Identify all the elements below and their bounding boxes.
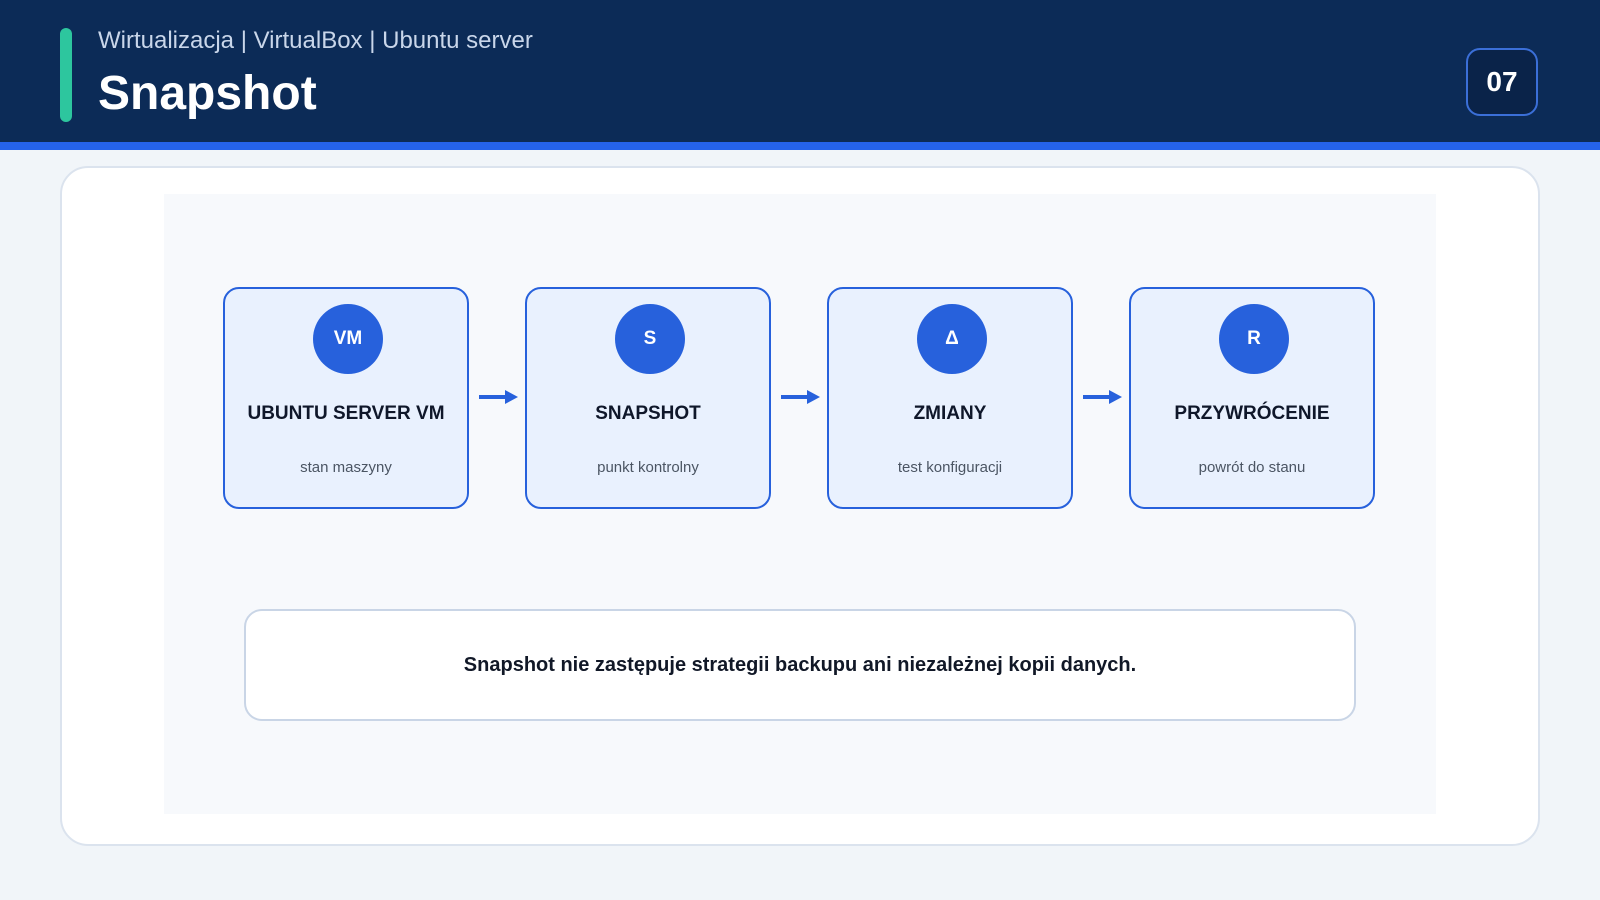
page-number-badge: 07 [1466,48,1538,116]
header-rule [0,142,1600,150]
step-changes: Δ ZMIANY test konfiguracji [827,287,1073,509]
step-restore: R PRZYWRÓCENIE powrót do stanu [1129,287,1375,509]
step-badge-changes: Δ [917,304,987,374]
step-badge-restore: R [1219,304,1289,374]
arrow-right-icon [1083,390,1122,404]
breadcrumb: Wirtualizacja | VirtualBox | Ubuntu serv… [98,27,533,54]
step-title: SNAPSHOT [595,403,701,424]
arrow-right-icon [479,390,518,404]
step-description: punkt kontrolny [597,459,699,476]
step-description: stan maszyny [300,459,392,476]
note-box: Snapshot nie zastępuje strategii backupu… [244,609,1356,721]
step-badge-vm: VM [313,304,383,374]
step-badge-snapshot: S [615,304,685,374]
step-title: UBUNTU SERVER VM [247,403,445,424]
step-title: PRZYWRÓCENIE [1174,403,1330,424]
step-title: ZMIANY [913,403,987,424]
step-description: powrót do stanu [1198,459,1306,476]
header-accent-bar [60,28,72,122]
page-title: Snapshot [98,67,317,120]
arrow-right-icon [781,390,820,404]
step-snapshot: S SNAPSHOT punkt kontrolny [525,287,771,509]
step-vm: VM UBUNTU SERVER VM stan maszyny [223,287,469,509]
step-description: test konfiguracji [897,459,1003,476]
note-text: Snapshot nie zastępuje strategii backupu… [463,653,1137,676]
